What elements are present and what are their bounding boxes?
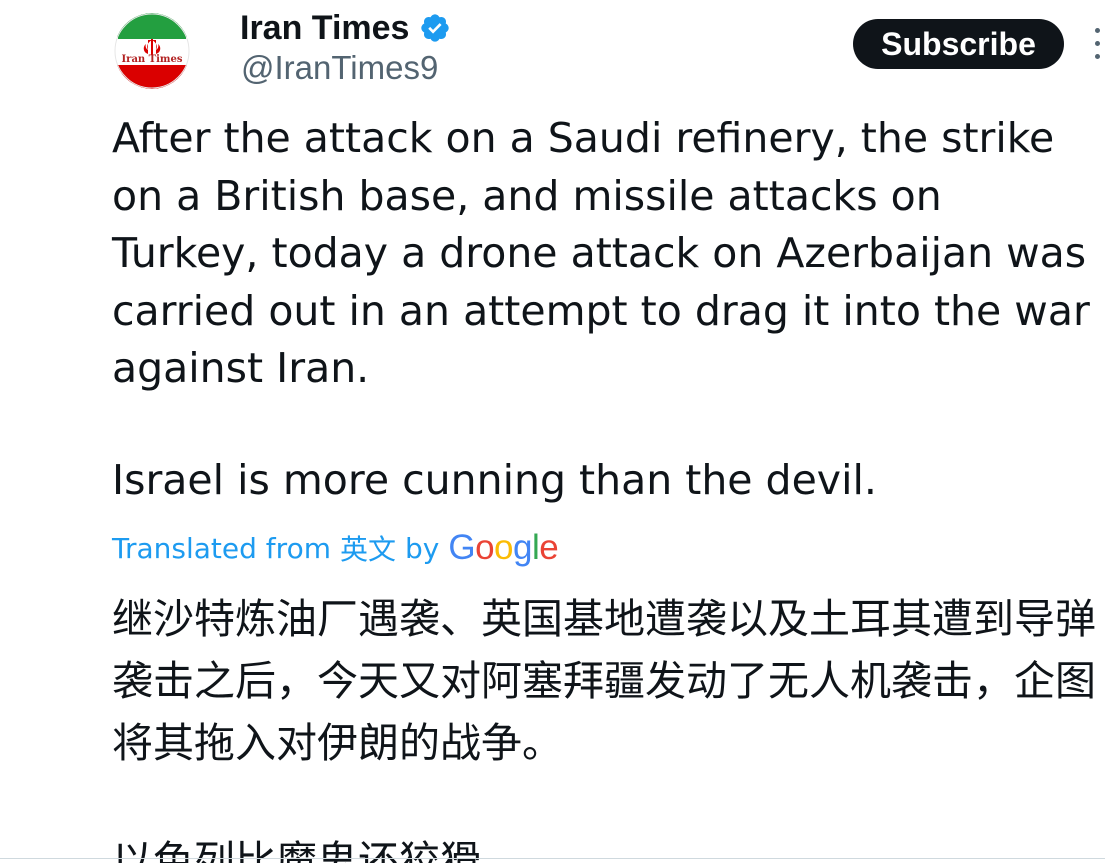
subscribe-button[interactable]: Subscribe <box>853 19 1064 69</box>
translated-by: by <box>404 531 440 565</box>
more-options-icon[interactable] <box>1090 28 1104 62</box>
verified-badge-icon[interactable] <box>419 12 451 44</box>
iran-flag-avatar-image <box>114 13 190 89</box>
translated-prefix: Translated from <box>112 531 331 565</box>
account-name-row: Iran Times <box>240 6 451 50</box>
divider <box>0 858 1105 859</box>
avatar[interactable]: Iran Times <box>114 13 190 89</box>
tweet-text-paragraph: After the attack on a Saudi refinery, th… <box>112 114 1090 392</box>
avatar-logo-text: Iran Times <box>121 54 183 65</box>
source-language: 英文 <box>339 533 396 566</box>
translated-text-paragraph: 继沙特炼油厂遇袭、英国基地遭袭以及土耳其遭到导弹袭击之后，今天又对阿塞拜疆发动了… <box>112 595 1096 767</box>
google-logo: Google <box>448 528 559 567</box>
account-handle[interactable]: @IranTimes9 <box>241 49 438 87</box>
translated-from-label[interactable]: Translated from 英文 by Google <box>112 527 559 569</box>
tweet-text-paragraph: Israel is more cunning than the devil. <box>112 456 877 504</box>
display-name[interactable]: Iran Times <box>240 9 409 48</box>
